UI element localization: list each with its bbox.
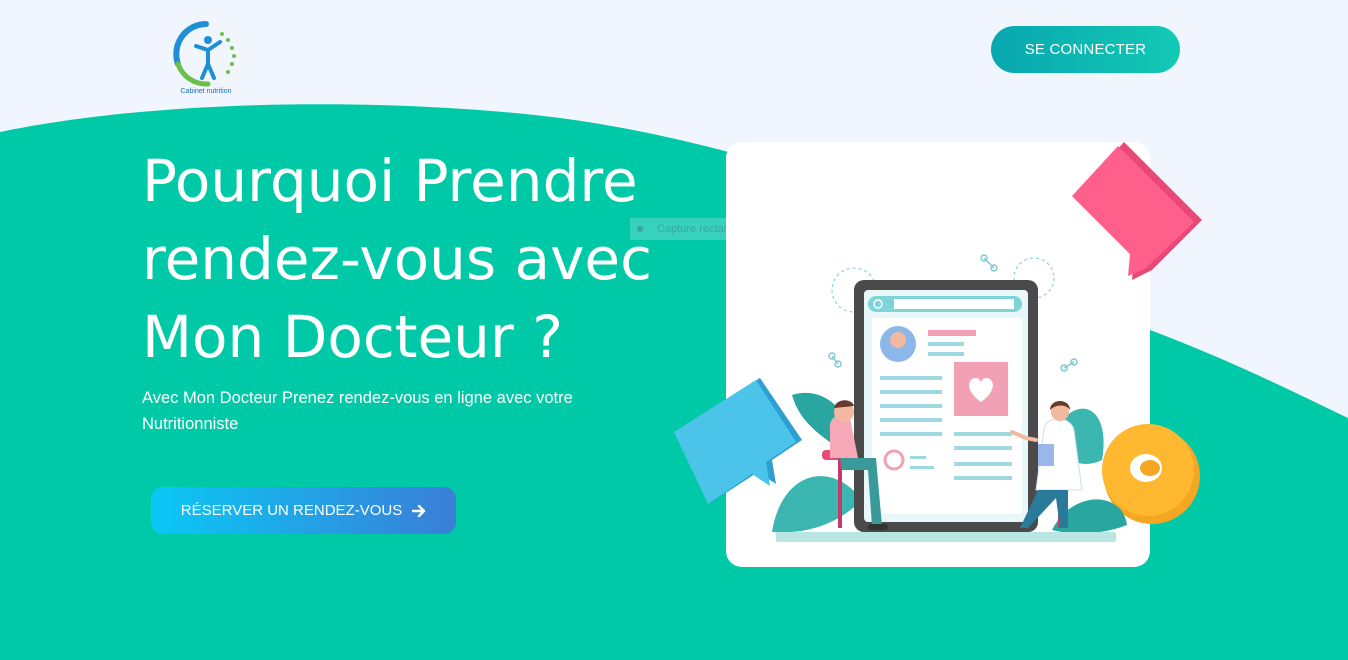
login-button[interactable]: SE CONNECTER: [991, 26, 1180, 73]
hero-title-line-1: Pourquoi Prendre: [142, 147, 638, 215]
floor-line: [776, 532, 1116, 542]
logo-text: Cabinet nutrition: [180, 88, 232, 95]
arrow-right-icon: [412, 504, 426, 517]
hero-title-line-3: Mon Docteur ?: [142, 303, 564, 371]
nutrition-logo-icon: [173, 21, 236, 87]
book-appointment-label: RÉSERVER UN RENDEZ-VOUS: [180, 502, 403, 519]
capture-dot-icon: [637, 226, 643, 232]
brand-logo[interactable]: Cabinet nutrition: [168, 18, 244, 102]
blue-chat-bubble-icon: [674, 378, 802, 504]
tablet-device-icon: [854, 280, 1038, 532]
book-appointment-button[interactable]: RÉSERVER UN RENDEZ-VOUS: [151, 487, 456, 534]
hero-title-line-2: rendez-vous avec: [142, 225, 652, 293]
hero-title: Pourquoi Prendre rendez-vous avec Mon Do…: [142, 142, 662, 376]
doctor-consultation-illustration: [674, 142, 1202, 542]
hero-subtitle: Avec Mon Docteur Prenez rendez-vous en l…: [142, 389, 573, 433]
pink-chat-bubble-icon: [1072, 142, 1202, 280]
